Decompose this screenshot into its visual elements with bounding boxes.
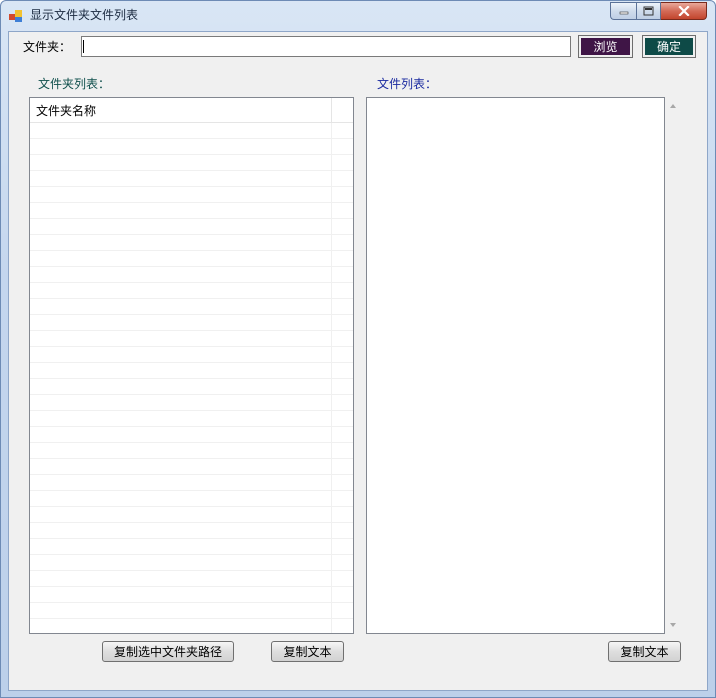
file-list-label: 文件列表： xyxy=(377,77,438,91)
column-header-folder-name[interactable]: 文件夹名称 xyxy=(30,98,332,122)
list-item xyxy=(30,187,353,203)
list-item xyxy=(30,363,353,379)
folder-label: 文件夹： xyxy=(23,40,72,54)
minimize-icon xyxy=(619,11,628,15)
list-item xyxy=(30,139,353,155)
confirm-button-label: 确定 xyxy=(656,40,681,54)
text-caret xyxy=(83,40,84,53)
maximize-button[interactable] xyxy=(636,2,661,20)
list-item xyxy=(30,315,353,331)
close-icon xyxy=(677,6,690,16)
window-title: 显示文件夹文件列表 xyxy=(30,8,139,22)
list-item xyxy=(30,299,353,315)
list-item xyxy=(30,571,353,587)
copy-selected-folder-path-button[interactable]: 复制选中文件夹路径 xyxy=(102,641,234,662)
list-item xyxy=(30,523,353,539)
list-item xyxy=(30,331,353,347)
scroll-down-arrow-icon[interactable] xyxy=(670,623,676,627)
confirm-button[interactable]: 确定 xyxy=(642,35,696,58)
file-list-box[interactable] xyxy=(366,97,665,634)
list-item xyxy=(30,235,353,251)
list-item xyxy=(30,251,353,267)
list-item xyxy=(30,123,353,139)
client-area: 文件夹： 浏览 确定 文件夹列表： 文件列表： 文件夹名称 复制选中文件夹路径 … xyxy=(8,31,708,691)
list-item xyxy=(30,283,353,299)
column-header-label: 文件夹名称 xyxy=(36,104,97,118)
list-item xyxy=(30,171,353,187)
list-item xyxy=(30,491,353,507)
list-item xyxy=(30,619,353,633)
copy-file-text-button[interactable]: 复制文本 xyxy=(608,641,681,662)
list-item xyxy=(30,267,353,283)
folder-list-rows xyxy=(30,123,353,633)
app-window: 显示文件夹文件列表 文件夹： 浏览 确定 文件夹列表： 文件列表： 文件夹名称 … xyxy=(0,0,716,698)
list-item xyxy=(30,603,353,619)
list-item xyxy=(30,203,353,219)
folder-path-input[interactable] xyxy=(81,36,571,57)
list-item xyxy=(30,219,353,235)
list-item xyxy=(30,427,353,443)
scroll-up-arrow-icon[interactable] xyxy=(670,104,676,108)
folder-list-label: 文件夹列表： xyxy=(38,77,111,91)
list-item xyxy=(30,379,353,395)
browse-button[interactable]: 浏览 xyxy=(578,35,633,58)
copy-folder-text-button[interactable]: 复制文本 xyxy=(271,641,344,662)
file-list-scrollbar[interactable] xyxy=(665,97,682,634)
window-app-icon xyxy=(9,10,22,22)
list-item xyxy=(30,155,353,171)
folder-list-header: 文件夹名称 xyxy=(30,98,353,123)
list-item xyxy=(30,507,353,523)
maximize-icon xyxy=(643,6,654,16)
list-item xyxy=(30,555,353,571)
browse-button-label: 浏览 xyxy=(593,40,618,54)
list-item xyxy=(30,411,353,427)
list-item xyxy=(30,443,353,459)
list-item xyxy=(30,347,353,363)
title-bar[interactable]: 显示文件夹文件列表 xyxy=(1,1,715,31)
list-item xyxy=(30,395,353,411)
list-item xyxy=(30,459,353,475)
minimize-button[interactable] xyxy=(610,2,636,20)
list-item xyxy=(30,475,353,491)
close-button[interactable] xyxy=(661,2,707,20)
list-item xyxy=(30,539,353,555)
list-item xyxy=(30,587,353,603)
folder-list-view[interactable]: 文件夹名称 xyxy=(29,97,354,634)
